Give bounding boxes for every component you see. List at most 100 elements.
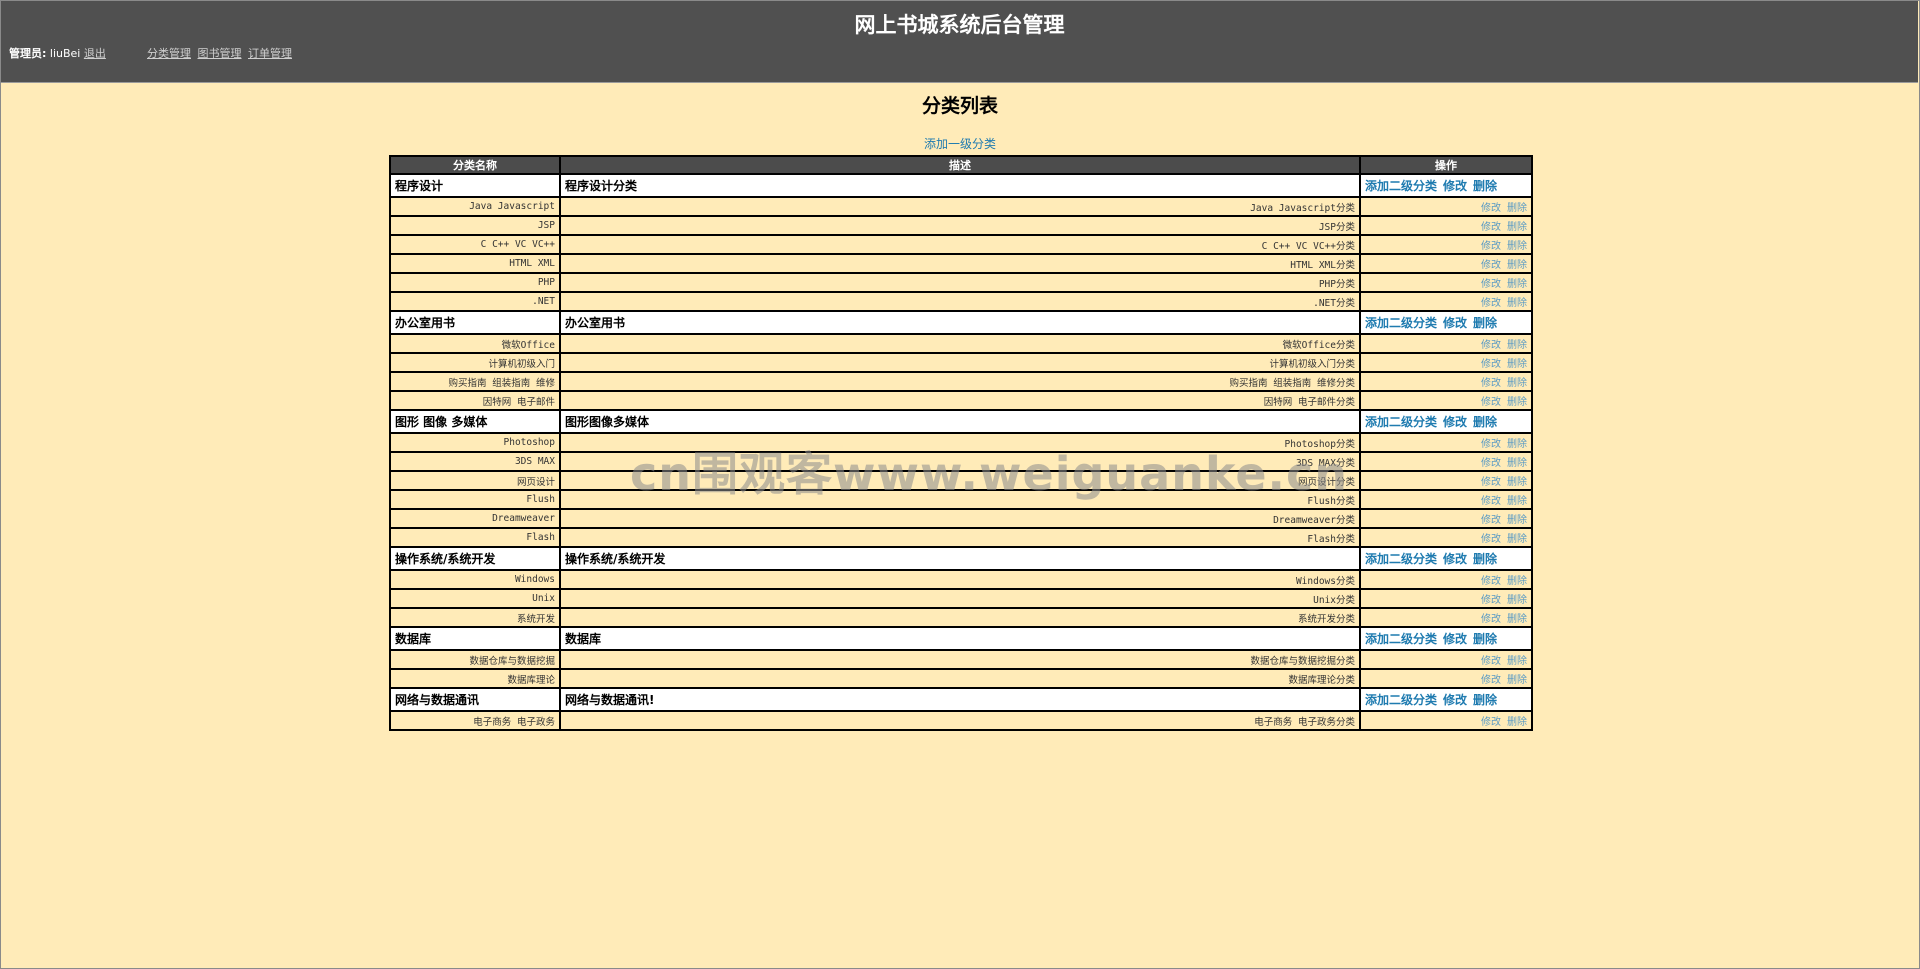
category-row-level2: JSP JSP分类 修改 删除	[389, 215, 1533, 236]
delete-link[interactable]: 删除	[1507, 260, 1527, 271]
category-ops: 添加二级分类 修改 删除	[1359, 626, 1533, 651]
nav-book-manage[interactable]: 图书管理	[198, 47, 242, 60]
edit-link[interactable]: 修改	[1481, 203, 1501, 214]
delete-link[interactable]: 删除	[1507, 477, 1527, 488]
edit-link[interactable]: 修改	[1481, 359, 1501, 370]
add-level2-category-link[interactable]: 添加二级分类	[1365, 552, 1437, 566]
subcategory-name: .NET	[389, 291, 561, 312]
delete-link[interactable]: 删除	[1507, 203, 1527, 214]
edit-link[interactable]: 修改	[1481, 656, 1501, 667]
category-desc: 图形图像多媒体	[559, 409, 1361, 434]
site-title: 网上书城系统后台管理	[854, 13, 1065, 37]
edit-link[interactable]: 修改	[1481, 675, 1501, 686]
logout-link[interactable]: 退出	[84, 47, 106, 60]
delete-link[interactable]: 删除	[1507, 534, 1527, 545]
subcategory-name: 购买指南 组装指南 维修	[389, 371, 561, 392]
edit-link[interactable]: 修改	[1481, 378, 1501, 389]
edit-link[interactable]: 修改	[1443, 632, 1467, 646]
delete-link[interactable]: 删除	[1507, 458, 1527, 469]
subcategory-name: Java Javascript	[389, 196, 561, 217]
edit-link[interactable]: 修改	[1481, 576, 1501, 587]
category-row-level2: 数据仓库与数据挖掘 数据仓库与数据挖掘分类 修改 删除	[389, 649, 1533, 670]
edit-link[interactable]: 修改	[1443, 693, 1467, 707]
delete-link[interactable]: 删除	[1473, 316, 1497, 330]
category-desc: 办公室用书	[559, 310, 1361, 335]
category-row-level2: 因特网 电子邮件 因特网 电子邮件分类 修改 删除	[389, 390, 1533, 411]
edit-link[interactable]: 修改	[1443, 552, 1467, 566]
nav-order-manage[interactable]: 订单管理	[248, 47, 292, 60]
add-level2-category-link[interactable]: 添加二级分类	[1365, 316, 1437, 330]
delete-link[interactable]: 删除	[1473, 179, 1497, 193]
subcategory-desc: 网页设计分类	[559, 470, 1361, 491]
delete-link[interactable]: 删除	[1507, 675, 1527, 686]
category-name: 网络与数据通讯	[389, 687, 561, 712]
delete-link[interactable]: 删除	[1507, 378, 1527, 389]
edit-link[interactable]: 修改	[1481, 340, 1501, 351]
add-level2-category-link[interactable]: 添加二级分类	[1365, 693, 1437, 707]
edit-link[interactable]: 修改	[1481, 241, 1501, 252]
edit-link[interactable]: 修改	[1481, 614, 1501, 625]
edit-link[interactable]: 修改	[1481, 458, 1501, 469]
edit-link[interactable]: 修改	[1481, 534, 1501, 545]
edit-link[interactable]: 修改	[1443, 316, 1467, 330]
subcategory-name: 微软Office	[389, 333, 561, 354]
edit-link[interactable]: 修改	[1481, 222, 1501, 233]
edit-link[interactable]: 修改	[1481, 496, 1501, 507]
delete-link[interactable]: 删除	[1507, 496, 1527, 507]
delete-link[interactable]: 删除	[1507, 656, 1527, 667]
delete-link[interactable]: 删除	[1507, 222, 1527, 233]
category-row-level2: C C++ VC VC++ C C++ VC VC++分类 修改 删除	[389, 234, 1533, 255]
edit-link[interactable]: 修改	[1481, 439, 1501, 450]
delete-link[interactable]: 删除	[1507, 717, 1527, 728]
category-row-level2: Flash Flash分类 修改 删除	[389, 527, 1533, 548]
top-header: 网上书城系统后台管理 管理员: liuBei 退出 分类管理 图书管理 订单管理	[1, 1, 1918, 83]
delete-link[interactable]: 删除	[1507, 595, 1527, 606]
category-row-level1: 办公室用书 办公室用书 添加二级分类 修改 删除	[389, 310, 1533, 335]
edit-link[interactable]: 修改	[1481, 298, 1501, 309]
delete-link[interactable]: 删除	[1507, 298, 1527, 309]
delete-link[interactable]: 删除	[1507, 397, 1527, 408]
col-header-desc: 描述	[559, 155, 1361, 175]
category-name: 程序设计	[389, 173, 561, 198]
delete-link[interactable]: 删除	[1507, 279, 1527, 290]
add-level2-category-link[interactable]: 添加二级分类	[1365, 415, 1437, 429]
delete-link[interactable]: 删除	[1507, 576, 1527, 587]
add-level1-category-link[interactable]: 添加一级分类	[924, 137, 996, 151]
delete-link[interactable]: 删除	[1473, 693, 1497, 707]
admin-nav: 分类管理 图书管理 订单管理	[147, 45, 295, 61]
category-row-level1: 网络与数据通讯 网络与数据通讯! 添加二级分类 修改 删除	[389, 687, 1533, 712]
category-name: 图形 图像 多媒体	[389, 409, 561, 434]
category-ops: 添加二级分类 修改 删除	[1359, 546, 1533, 571]
edit-link[interactable]: 修改	[1481, 397, 1501, 408]
edit-link[interactable]: 修改	[1443, 415, 1467, 429]
edit-link[interactable]: 修改	[1481, 260, 1501, 271]
admin-name: liuBei	[49, 47, 81, 60]
delete-link[interactable]: 删除	[1507, 515, 1527, 526]
add-level2-category-link[interactable]: 添加二级分类	[1365, 632, 1437, 646]
edit-link[interactable]: 修改	[1481, 515, 1501, 526]
edit-link[interactable]: 修改	[1443, 179, 1467, 193]
delete-link[interactable]: 删除	[1473, 632, 1497, 646]
delete-link[interactable]: 删除	[1507, 340, 1527, 351]
delete-link[interactable]: 删除	[1473, 415, 1497, 429]
edit-link[interactable]: 修改	[1481, 717, 1501, 728]
delete-link[interactable]: 删除	[1473, 552, 1497, 566]
subcategory-ops: 修改 删除	[1359, 588, 1533, 609]
add-level2-category-link[interactable]: 添加二级分类	[1365, 179, 1437, 193]
delete-link[interactable]: 删除	[1507, 614, 1527, 625]
subcategory-desc: Dreamweaver分类	[559, 508, 1361, 529]
edit-link[interactable]: 修改	[1481, 595, 1501, 606]
delete-link[interactable]: 删除	[1507, 439, 1527, 450]
subcategory-name: 网页设计	[389, 470, 561, 491]
nav-category-manage[interactable]: 分类管理	[147, 47, 191, 60]
subcategory-desc: PHP分类	[559, 272, 1361, 293]
admin-label: 管理员:	[9, 47, 47, 60]
edit-link[interactable]: 修改	[1481, 477, 1501, 488]
subcategory-desc: 数据库理论分类	[559, 668, 1361, 689]
category-name: 操作系统/系统开发	[389, 546, 561, 571]
delete-link[interactable]: 删除	[1507, 241, 1527, 252]
subcategory-name: C C++ VC VC++	[389, 234, 561, 255]
subcategory-desc: Flush分类	[559, 489, 1361, 510]
edit-link[interactable]: 修改	[1481, 279, 1501, 290]
delete-link[interactable]: 删除	[1507, 359, 1527, 370]
